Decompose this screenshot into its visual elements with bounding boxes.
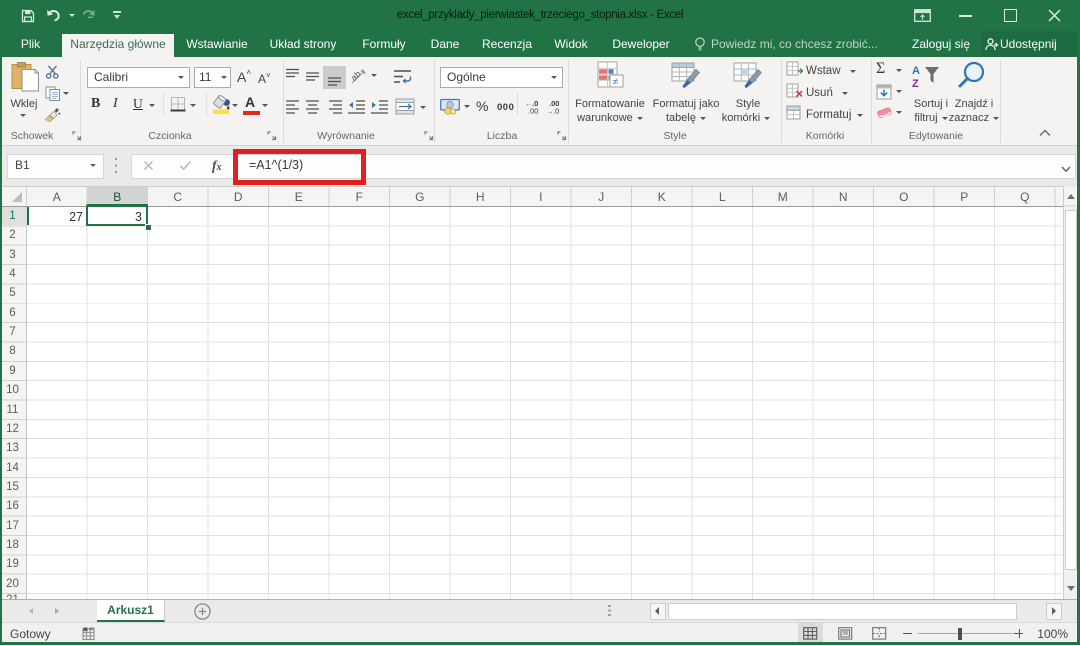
svg-text:A: A <box>912 65 920 77</box>
svg-text:.00: .00 <box>528 107 538 115</box>
svg-text:Z: Z <box>912 78 919 89</box>
svg-text:≠: ≠ <box>613 77 619 88</box>
svg-text:.0: .0 <box>553 107 559 115</box>
